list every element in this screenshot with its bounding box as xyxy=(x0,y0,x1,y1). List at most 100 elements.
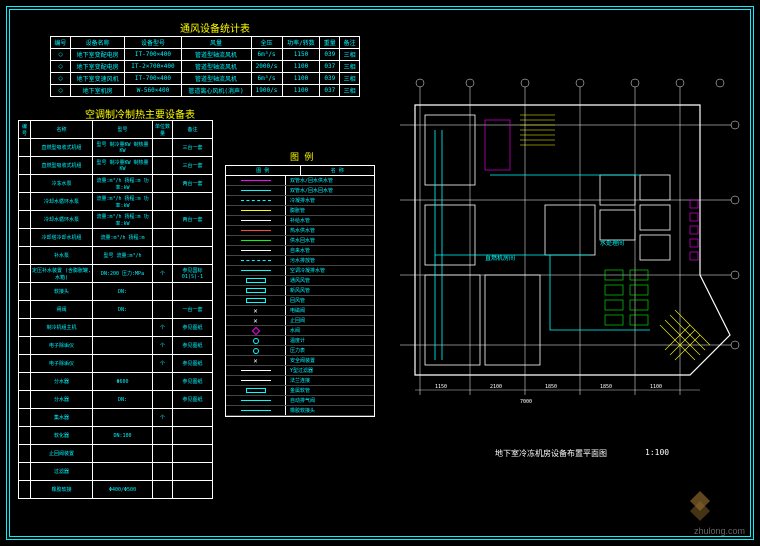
legend-row: 水阀 xyxy=(226,326,374,336)
table-row: 冷却塔冷却水机组流量:m³/h 扬程:m xyxy=(19,229,213,247)
legend-row: 金属软管 xyxy=(226,386,374,396)
legend-symbol xyxy=(226,236,286,245)
table-row: 冷却水循环水泵流量:m³/h 扬程:m 功率:kW xyxy=(19,193,213,211)
table-row: 定压补水装置 (含膨胀罐,水箱)DN:200 压力:MPa个参见国标01(S)-… xyxy=(19,265,213,283)
legend-header: 名 称 xyxy=(301,166,375,175)
legend-label: 热水供水管 xyxy=(286,227,374,234)
table-header: 重量 xyxy=(320,37,340,49)
legend-row: 双管水/回水供水管 xyxy=(226,176,374,186)
hvac-equipment-table: 编号名称型号单位数量备注 直燃型吸收式机组型号 制冷量KW 制热量KW三台一套直… xyxy=(18,120,213,499)
legend-label: 法兰连接 xyxy=(286,377,374,384)
table-header: 编号 xyxy=(51,37,71,49)
legend-row: ✕安全阀装置 xyxy=(226,356,374,366)
legend-symbol xyxy=(226,376,286,385)
legend-row: 温度计 xyxy=(226,336,374,346)
legend-header: 图 例 xyxy=(226,166,301,175)
table-header: 名称 xyxy=(31,121,93,139)
legend-label: 通风风管 xyxy=(286,277,374,284)
legend-label: 供水回水管 xyxy=(286,237,374,244)
hvac-table-title: 空调制冷制热主要设备表 xyxy=(85,106,195,121)
legend-symbol xyxy=(226,396,286,405)
legend-symbol xyxy=(226,406,286,415)
legend-symbol xyxy=(226,266,286,275)
legend-symbol xyxy=(226,196,286,205)
legend-row: 通风风管 xyxy=(226,276,374,286)
ventilation-equipment-table: 编号设备名称设备型号风量全压功率/转数重量备注 ◯地下室变配电房IT-700×4… xyxy=(50,36,360,97)
legend-row: 法兰连接 xyxy=(226,376,374,386)
legend-label: 水阀 xyxy=(286,327,374,334)
table-row: ◯地下室变配电房IT-700×400管道型轴流风机6m³/s1150039三相 xyxy=(51,49,360,61)
legend-symbol xyxy=(226,286,286,295)
legend-row: ✕止回阀 xyxy=(226,316,374,326)
ventilation-table-title: 通风设备统计表 xyxy=(180,20,250,35)
table-header: 设备名称 xyxy=(70,37,125,49)
legend-row: 压力表 xyxy=(226,346,374,356)
legend-symbol xyxy=(226,296,286,305)
legend-label: Y型过滤器 xyxy=(286,367,374,374)
svg-text:1150: 1150 xyxy=(435,384,447,390)
legend-symbol: ✕ xyxy=(226,306,286,315)
legend-label: 双管水/回水回水管 xyxy=(286,187,374,194)
legend-symbol: ✕ xyxy=(226,316,286,325)
table-row: 分水器Φ600参见图纸 xyxy=(19,373,213,391)
legend-row: Y型过滤器 xyxy=(226,366,374,376)
legend-label: 回风管 xyxy=(286,297,374,304)
table-row: 冷却水循环水泵流量:m³/h 扬程:m 功率:kW两台一套 xyxy=(19,211,213,229)
watermark-text: zhulong.com xyxy=(694,526,745,536)
legend-row: 回风管 xyxy=(226,296,374,306)
legend-symbol xyxy=(226,226,286,235)
watermark-logo xyxy=(680,486,720,526)
svg-text:1850: 1850 xyxy=(600,384,612,390)
legend-row: 热水供水管 xyxy=(226,226,374,236)
legend-symbol xyxy=(226,176,286,185)
table-row: 集水器个 xyxy=(19,409,213,427)
legend-row: 补给水管 xyxy=(226,216,374,226)
room-label-2: 水处理间 xyxy=(600,239,624,247)
legend-label: 自动排气阀 xyxy=(286,397,374,404)
legend-symbol xyxy=(226,386,286,395)
table-row: 制冷机组主机个参见图纸 xyxy=(19,319,213,337)
table-row: 电子除垢仪个参见图纸 xyxy=(19,337,213,355)
legend-symbol xyxy=(226,326,286,335)
legend-symbol xyxy=(226,276,286,285)
legend-row: 空调冷凝排水管 xyxy=(226,266,374,276)
table-header: 功率/转数 xyxy=(282,37,320,49)
legend-label: 冷凝排水管 xyxy=(286,197,374,204)
table-row: 止回阀装置 xyxy=(19,445,213,463)
legend-symbol xyxy=(226,246,286,255)
legend-row: 自动排气阀 xyxy=(226,396,374,406)
legend-symbol xyxy=(226,256,286,265)
legend-symbol xyxy=(226,366,286,375)
legend-label: 新风风管 xyxy=(286,287,374,294)
table-row: ◯地下室机房W-560×400管道离心风机(消声)1900/s1100037三相 xyxy=(51,85,360,97)
legend-row: 膨胀管 xyxy=(226,206,374,216)
table-row: 过滤器 xyxy=(19,463,213,481)
legend-title: 图 例 xyxy=(290,150,313,163)
table-row: ◯地下室变速风机IT-700×400管道型轴流风机6m³/s1100039三相 xyxy=(51,73,360,85)
floor-plan-drawing: 直燃机房间 水处理间 11502100 18501850 1100 7000 xyxy=(390,75,740,425)
table-row: 软化器DN:100 xyxy=(19,427,213,445)
legend-label: 温度计 xyxy=(286,337,374,344)
svg-text:1100: 1100 xyxy=(650,384,662,390)
legend-label: 空调冷凝排水管 xyxy=(286,267,374,274)
legend-label: 污水排放管 xyxy=(286,257,374,264)
svg-text:2100: 2100 xyxy=(490,384,502,390)
table-header: 备注 xyxy=(340,37,360,49)
room-label-1: 直燃机房间 xyxy=(485,254,515,262)
table-row: 闸阀DN:一台一套 xyxy=(19,301,213,319)
table-row: 橡胶软接Φ400/Φ500 xyxy=(19,481,213,499)
legend-label: 电磁阀 xyxy=(286,307,374,314)
legend-symbol xyxy=(226,346,286,355)
table-header: 设备型号 xyxy=(125,37,181,49)
legend-row: 橡胶软接头 xyxy=(226,406,374,416)
legend-symbol xyxy=(226,216,286,225)
legend-label: 止回阀 xyxy=(286,317,374,324)
legend-row: ✕电磁阀 xyxy=(226,306,374,316)
legend-row: 污水排放管 xyxy=(226,256,374,266)
table-row: 直燃型吸收式机组型号 制冷量KW 制热量KW三台一套 xyxy=(19,157,213,175)
legend-row: 冷凝排水管 xyxy=(226,196,374,206)
plan-drawing-title: 地下室冷冻机房设备布置平面图 xyxy=(495,448,607,459)
legend-symbol: ✕ xyxy=(226,356,286,365)
legend-table: 图 例名 称 双管水/回水供水管双管水/回水回水管冷凝排水管膨胀管补给水管热水供… xyxy=(225,165,375,417)
table-row: 软接头DN: xyxy=(19,283,213,301)
